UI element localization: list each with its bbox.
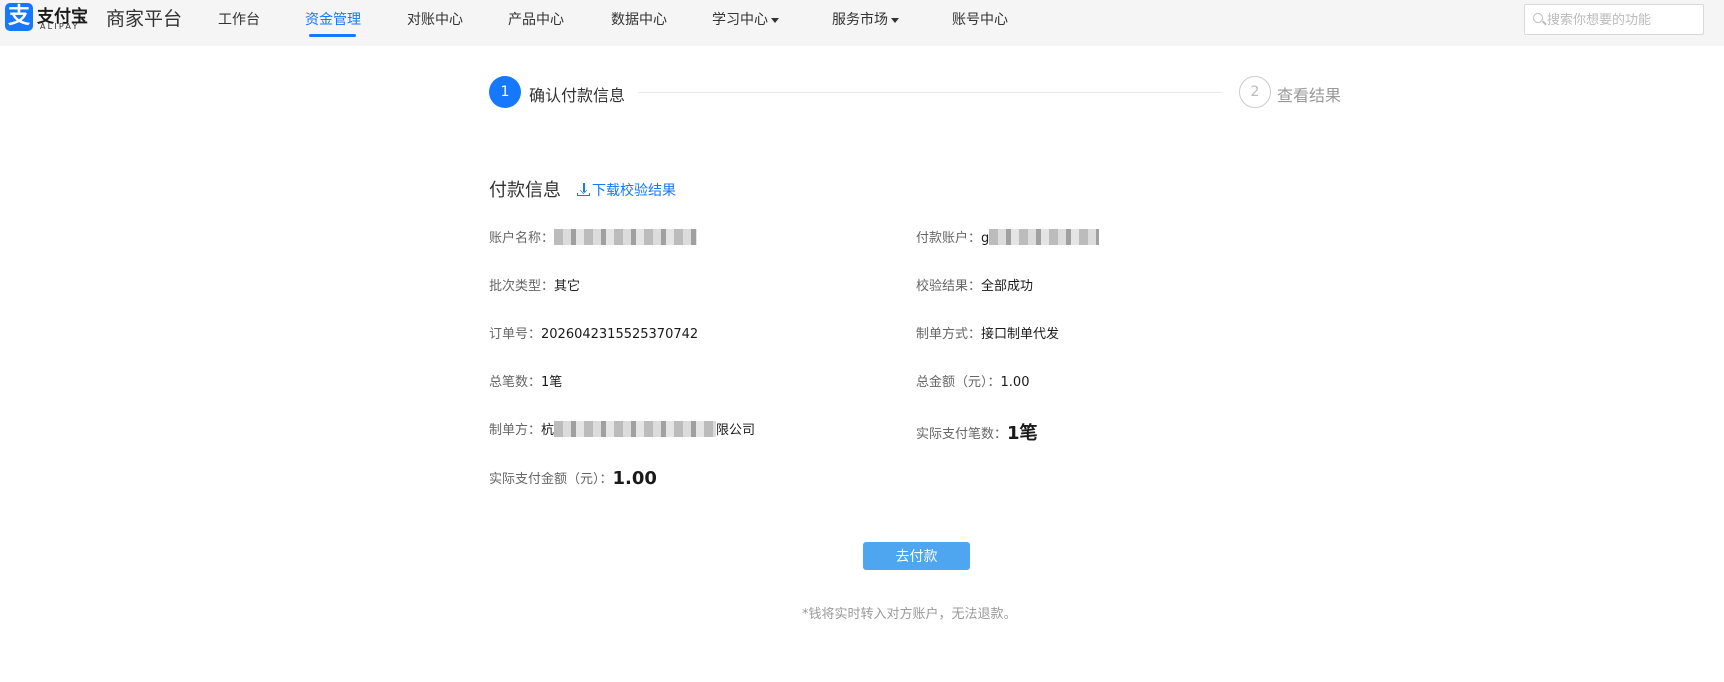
field-label: 批次类型： bbox=[489, 279, 555, 294]
nav-item-account[interactable]: 账号中心 bbox=[952, 9, 1008, 29]
nav-item-products[interactable]: 产品中心 bbox=[508, 9, 564, 29]
nav-label: 数据中心 bbox=[611, 12, 667, 28]
masked-value bbox=[554, 229, 698, 245]
go-pay-button[interactable]: 去付款 bbox=[863, 542, 970, 570]
field-create-method: 制单方式：接口制单代发 bbox=[916, 323, 1059, 342]
search-icon bbox=[1533, 13, 1543, 23]
masked-value bbox=[554, 421, 717, 437]
nav-item-data[interactable]: 数据中心 bbox=[611, 9, 667, 29]
active-nav-indicator bbox=[309, 34, 356, 37]
step-2-circle: 2 bbox=[1239, 76, 1271, 108]
field-value: 1笔 bbox=[541, 375, 563, 390]
field-verify-result: 校验结果：全部成功 bbox=[916, 275, 1033, 294]
field-label: 制单方： bbox=[489, 423, 542, 438]
field-creator: 制单方：杭 限公司 bbox=[489, 419, 755, 438]
download-verify-result-link[interactable]: 下载校验结果 bbox=[577, 180, 676, 200]
field-label: 校验结果： bbox=[916, 279, 982, 294]
field-value-suffix: 限公司 bbox=[716, 423, 756, 438]
nav-label: 账号中心 bbox=[952, 12, 1008, 28]
nav-item-fund-management[interactable]: 资金管理 bbox=[305, 9, 361, 29]
field-value: 接口制单代发 bbox=[981, 327, 1060, 342]
brand-sub: ALIPAY bbox=[40, 22, 80, 31]
nav-label: 对账中心 bbox=[407, 12, 463, 28]
masked-value bbox=[989, 229, 1100, 245]
nav-item-reconciliation[interactable]: 对账中心 bbox=[407, 9, 463, 29]
nav-label: 产品中心 bbox=[508, 12, 564, 28]
search-input[interactable] bbox=[1547, 9, 1697, 31]
step-connector bbox=[638, 92, 1222, 93]
field-account-name: 账户名称： bbox=[489, 227, 698, 246]
field-label: 实际支付笔数： bbox=[916, 427, 1008, 442]
field-actual-count: 实际支付笔数：1笔 bbox=[916, 419, 1038, 445]
field-value: 其它 bbox=[554, 279, 581, 294]
field-order-no: 订单号：2026042315525370742 bbox=[489, 323, 698, 342]
field-value: 1笔 bbox=[1007, 423, 1038, 444]
nav-label: 学习中心 bbox=[712, 12, 768, 28]
alipay-logo-icon[interactable]: 支 bbox=[5, 3, 33, 31]
field-label: 订单号： bbox=[489, 327, 542, 342]
nav-item-workbench[interactable]: 工作台 bbox=[218, 9, 260, 29]
refund-warning-note: *钱将实时转入对方账户，无法退款。 bbox=[802, 607, 1017, 622]
field-label: 总金额（元）： bbox=[916, 375, 1001, 390]
field-value: 全部成功 bbox=[981, 279, 1034, 294]
caret-down-icon bbox=[891, 17, 899, 23]
field-batch-type: 批次类型：其它 bbox=[489, 275, 580, 294]
field-label: 制单方式： bbox=[916, 327, 982, 342]
top-nav-bar: 支 支付宝 ALIPAY 商家平台 工作台 资金管理 对账中心 产品中心 数据中… bbox=[0, 0, 1724, 46]
field-pay-account: 付款账户：g bbox=[916, 227, 1100, 246]
field-label: 账户名称： bbox=[489, 231, 555, 246]
nav-label: 工作台 bbox=[218, 12, 260, 28]
field-total-count: 总笔数：1笔 bbox=[489, 371, 562, 390]
field-label: 实际支付金额（元）： bbox=[489, 472, 613, 487]
caret-down-icon bbox=[771, 17, 779, 23]
field-label: 总笔数： bbox=[489, 375, 542, 390]
download-icon bbox=[577, 183, 590, 196]
step-2-label: 查看结果 bbox=[1277, 86, 1342, 105]
step-1-circle: 1 bbox=[489, 76, 521, 108]
nav-label: 服务市场 bbox=[832, 12, 888, 28]
field-value-prefix: g bbox=[981, 231, 990, 246]
nav-item-learning[interactable]: 学习中心 bbox=[712, 9, 779, 29]
field-value: 1.00 bbox=[612, 468, 657, 489]
nav-item-service-market[interactable]: 服务市场 bbox=[832, 9, 899, 29]
field-value: 2026042315525370742 bbox=[541, 327, 699, 342]
search-box[interactable] bbox=[1524, 4, 1704, 35]
field-value: 1.00 bbox=[1000, 375, 1030, 390]
field-total-amount: 总金额（元）：1.00 bbox=[916, 371, 1029, 390]
field-value-prefix: 杭 bbox=[541, 423, 555, 438]
platform-title: 商家平台 bbox=[106, 8, 183, 30]
step-1-label: 确认付款信息 bbox=[529, 86, 626, 105]
field-label: 付款账户： bbox=[916, 231, 982, 246]
field-actual-amount: 实际支付金额（元）：1.00 bbox=[489, 468, 657, 489]
download-label: 下载校验结果 bbox=[592, 183, 676, 199]
section-title: 付款信息 bbox=[489, 180, 561, 201]
nav-label: 资金管理 bbox=[305, 12, 361, 28]
